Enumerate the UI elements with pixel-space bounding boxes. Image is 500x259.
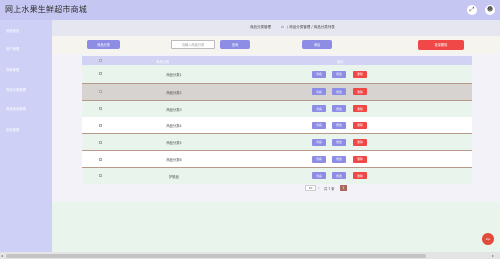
table-row: 商品分类1 查看 修改 删除 — [82, 65, 472, 83]
row-category-name: 商品分类1 — [166, 73, 182, 77]
table-row: 商品分类3 查看 修改 删除 — [82, 100, 472, 117]
row-category-name: 商品分类5 — [166, 141, 182, 146]
search-button[interactable]: 查询 — [220, 40, 250, 49]
scroll-left-icon[interactable]: ◂ — [1, 253, 3, 258]
main-footer-area — [52, 202, 500, 252]
table-row: 商品分类5 查看 修改 删除 — [82, 134, 472, 151]
row-category-name: 商品分类6 — [166, 158, 182, 162]
app-title: 网上水果生鲜超市商城 — [5, 5, 87, 14]
row-category-name: 商品分类4 — [166, 124, 182, 129]
edit-button[interactable]: 修改 — [332, 70, 346, 78]
batch-delete-button[interactable]: 批量删除 — [418, 39, 464, 50]
sidebar: 系统首页 用户管理 商家管理 商品分类管理 商品信息管理 系统管理 — [0, 20, 52, 259]
table-row: 护肤品 查看 修改 删除 — [82, 167, 472, 184]
breadcrumb-path: / 商品分类管理 / 商品分类列表 — [287, 25, 335, 29]
delete-button[interactable]: 删除 — [353, 172, 367, 180]
delete-button[interactable]: 删除 — [353, 70, 367, 78]
view-button[interactable]: 查看 — [312, 121, 326, 129]
back-to-top-button[interactable]: top — [482, 233, 494, 245]
scrollbar-thumb[interactable] — [6, 253, 426, 258]
view-button[interactable]: 查看 — [312, 172, 326, 180]
header-actions: 操作 — [337, 59, 344, 64]
action-bar: 商品分类 请输入商品分类 查询 添加 批量删除 — [52, 36, 500, 54]
sidebar-item-users[interactable]: 用户管理 — [6, 46, 19, 51]
view-button[interactable]: 查看 — [312, 105, 326, 113]
view-button[interactable]: 查看 — [312, 70, 326, 78]
edit-button[interactable]: 修改 — [332, 88, 346, 96]
edit-button[interactable]: 修改 — [332, 138, 346, 146]
row-checkbox[interactable] — [99, 140, 102, 144]
delete-button[interactable]: 删除 — [353, 121, 367, 129]
home-icon[interactable]: ⌂ — [281, 25, 284, 30]
row-category-name: 商品分类3 — [166, 107, 182, 112]
row-category-name: 商品分类2 — [166, 90, 182, 95]
delete-button[interactable]: 删除 — [353, 88, 367, 96]
row-checkbox[interactable] — [99, 107, 102, 111]
edit-button[interactable]: 修改 — [332, 105, 346, 113]
prev-page-icon[interactable]: ‹ — [318, 185, 320, 190]
view-button[interactable]: 查看 — [312, 155, 326, 163]
total-count: 共 7 条 — [324, 187, 335, 191]
sidebar-item-home[interactable]: 系统首页 — [6, 28, 19, 33]
sidebar-item-system[interactable]: 系统管理 — [6, 127, 19, 132]
row-checkbox[interactable] — [99, 157, 102, 161]
edit-button[interactable]: 修改 — [332, 155, 346, 163]
category-filter-button[interactable]: 商品分类 — [87, 40, 120, 49]
current-page-button[interactable]: 1 — [340, 185, 347, 191]
header-category: 商品分类 — [156, 59, 170, 64]
sidebar-item-merchants[interactable]: 商家管理 — [6, 67, 19, 72]
add-button[interactable]: 添加 — [302, 40, 332, 49]
row-checkbox[interactable] — [99, 123, 102, 127]
sidebar-item-categories[interactable]: 商品分类管理 — [6, 87, 26, 92]
view-button[interactable]: 查看 — [312, 138, 326, 146]
row-category-name: 护肤品 — [169, 174, 179, 179]
sidebar-item-products[interactable]: 商品信息管理 — [6, 106, 26, 111]
horizontal-scrollbar[interactable]: ◂ ▸ — [0, 252, 500, 259]
search-input[interactable]: 请输入商品分类 — [171, 40, 215, 49]
user-icon[interactable]: ☻ — [485, 5, 495, 15]
row-checkbox[interactable] — [99, 174, 102, 178]
edit-button[interactable]: 修改 — [332, 121, 346, 129]
table-row: 商品分类4 查看 修改 删除 — [82, 117, 472, 134]
expand-icon[interactable]: ⤢ — [467, 5, 477, 15]
row-checkbox[interactable] — [99, 90, 102, 94]
page-size-select[interactable]: 10 — [305, 185, 316, 191]
page-title: 商品分类管理 — [250, 25, 271, 29]
delete-button[interactable]: 删除 — [353, 155, 367, 163]
select-all-checkbox[interactable] — [99, 59, 102, 62]
app-header: 网上水果生鲜超市商城 ⤢ ☻ — [0, 0, 500, 20]
table-row: 商品分类2 查看 修改 删除 — [82, 83, 472, 100]
row-checkbox[interactable] — [99, 72, 102, 75]
delete-button[interactable]: 删除 — [353, 138, 367, 146]
table-header: 商品分类 操作 — [82, 56, 472, 65]
scroll-right-icon[interactable]: ▸ — [492, 253, 494, 258]
table-row: 商品分类6 查看 修改 删除 — [82, 151, 472, 167]
breadcrumb: 商品分类管理 ⌂ / 商品分类管理 / 商品分类列表 — [52, 20, 500, 36]
view-button[interactable]: 查看 — [312, 88, 326, 96]
delete-button[interactable]: 删除 — [353, 105, 367, 113]
edit-button[interactable]: 修改 — [332, 172, 346, 180]
